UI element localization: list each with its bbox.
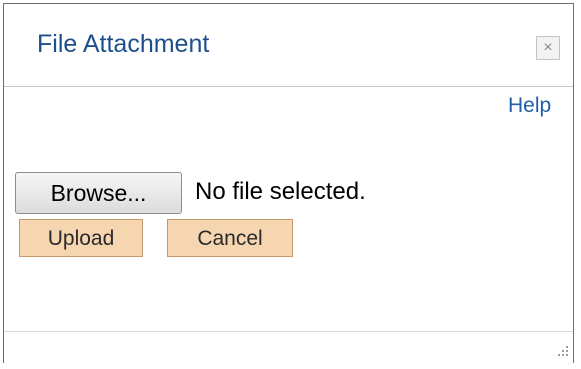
cancel-button[interactable]: Cancel bbox=[167, 219, 293, 257]
dialog-titlebar: File Attachment × bbox=[4, 4, 573, 87]
dialog-footer bbox=[4, 331, 573, 363]
file-status-text: No file selected. bbox=[195, 178, 366, 205]
help-link[interactable]: Help bbox=[508, 94, 551, 118]
upload-button[interactable]: Upload bbox=[19, 219, 143, 257]
resize-grip-icon[interactable] bbox=[557, 345, 569, 357]
browse-button[interactable]: Browse... bbox=[15, 172, 182, 214]
close-button[interactable]: × bbox=[536, 36, 560, 60]
file-attachment-dialog: File Attachment × Help Browse... No file… bbox=[3, 3, 574, 363]
dialog-title: File Attachment bbox=[37, 30, 210, 58]
close-icon: × bbox=[543, 39, 553, 56]
